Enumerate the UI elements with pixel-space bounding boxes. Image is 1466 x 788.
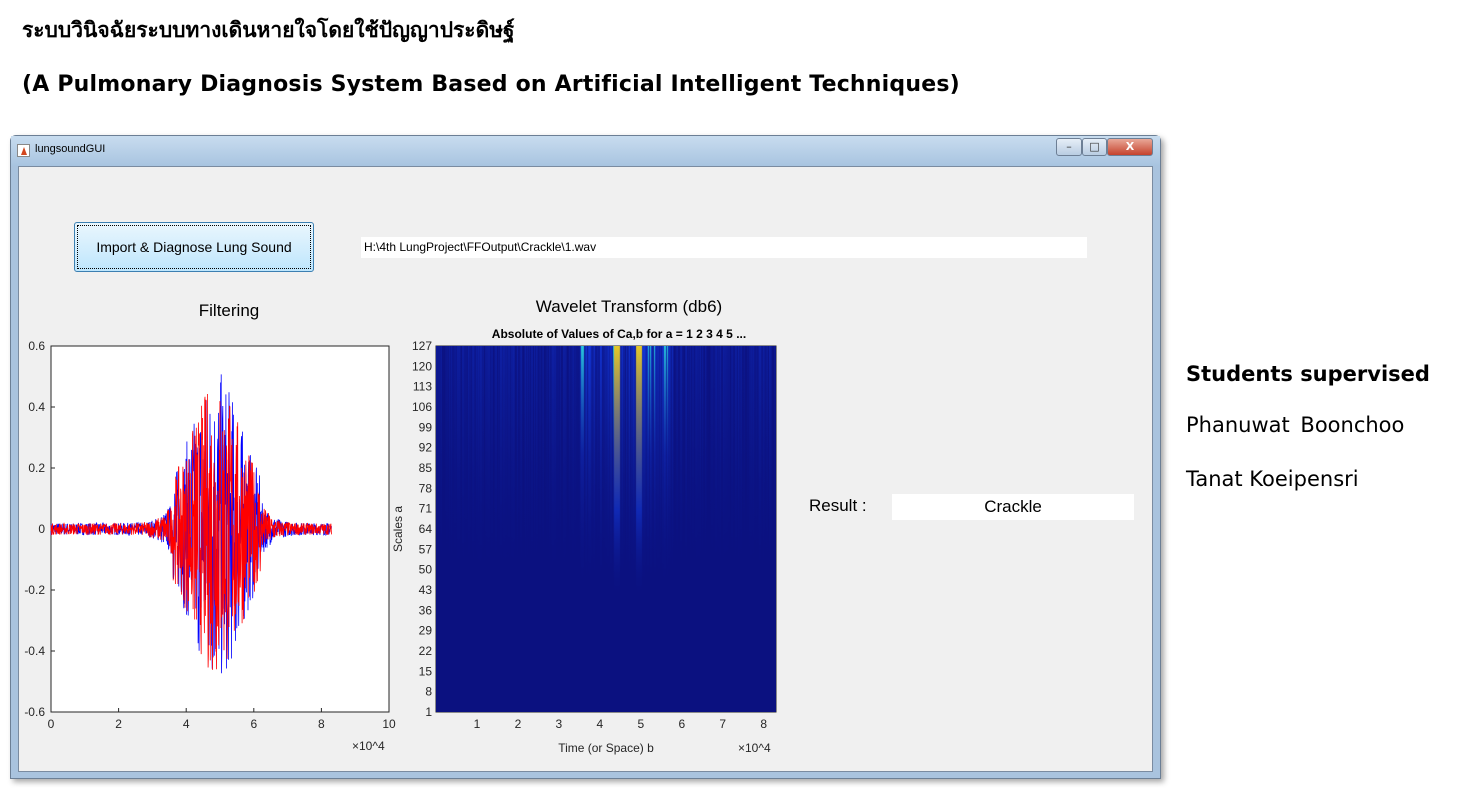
- wavelet-x-multiplier: ×10^4: [738, 741, 771, 755]
- y-tick-label: -0.4: [24, 644, 45, 658]
- x-tick-label: 2: [515, 717, 522, 731]
- x-axis-label: Time (or Space) b: [558, 741, 654, 755]
- y-tick-label: 120: [412, 359, 432, 373]
- y-tick-label: 92: [419, 441, 433, 455]
- y-tick-label: 127: [412, 339, 432, 353]
- x-tick-label: 0: [48, 717, 55, 731]
- filtering-x-multiplier: ×10^4: [352, 739, 385, 753]
- y-tick-label: 0: [38, 522, 45, 536]
- x-tick-label: 10: [382, 717, 396, 731]
- y-tick-label: 1: [425, 705, 432, 719]
- y-tick-label: 43: [419, 583, 433, 597]
- y-tick-label: 99: [419, 420, 433, 434]
- x-tick-label: 8: [760, 717, 767, 731]
- y-tick-label: 0.2: [28, 461, 45, 475]
- y-tick-label: -0.2: [24, 583, 45, 597]
- students-heading: Students supervised: [1186, 362, 1430, 386]
- y-tick-label: 64: [419, 522, 433, 536]
- y-tick-label: 71: [419, 502, 433, 516]
- y-tick-label: 8: [425, 685, 432, 699]
- x-tick-label: 5: [637, 717, 644, 731]
- y-axis-label: Scales a: [391, 506, 405, 552]
- x-tick-label: 3: [556, 717, 563, 731]
- y-tick-label: 22: [419, 644, 433, 658]
- y-tick-label: 15: [419, 664, 433, 678]
- x-tick-label: 1: [474, 717, 481, 731]
- y-tick-label: 106: [412, 400, 432, 414]
- y-tick-label: 57: [419, 542, 433, 556]
- y-tick-label: 0.4: [28, 400, 45, 414]
- y-tick-label: -0.6: [24, 705, 45, 719]
- y-tick-label: 113: [413, 380, 432, 394]
- wavelet-heatmap: [436, 346, 776, 712]
- filtering-chart: 0 2 4 6 8 10 -0.6 -0.4 -0.2 0 0.2 0.4 0.6: [24, 339, 396, 731]
- x-tick-label: 4: [183, 717, 190, 731]
- x-tick-label: 7: [719, 717, 726, 731]
- y-tick-label: 78: [419, 481, 433, 495]
- x-tick-label: 6: [250, 717, 257, 731]
- x-tick-label: 2: [115, 717, 122, 731]
- x-tick-label: 4: [597, 717, 604, 731]
- y-tick-label: 0.6: [28, 339, 45, 353]
- y-tick-label: 36: [419, 603, 433, 617]
- y-tick-label: 85: [419, 461, 433, 475]
- y-tick-label: 50: [419, 563, 433, 577]
- student-name: Tanat Koeipensri: [1186, 467, 1359, 491]
- student-name: Phanuwat Boonchoo: [1186, 413, 1405, 437]
- y-tick-label: 29: [419, 624, 433, 638]
- x-tick-label: 6: [678, 717, 685, 731]
- x-tick-label: 8: [318, 717, 325, 731]
